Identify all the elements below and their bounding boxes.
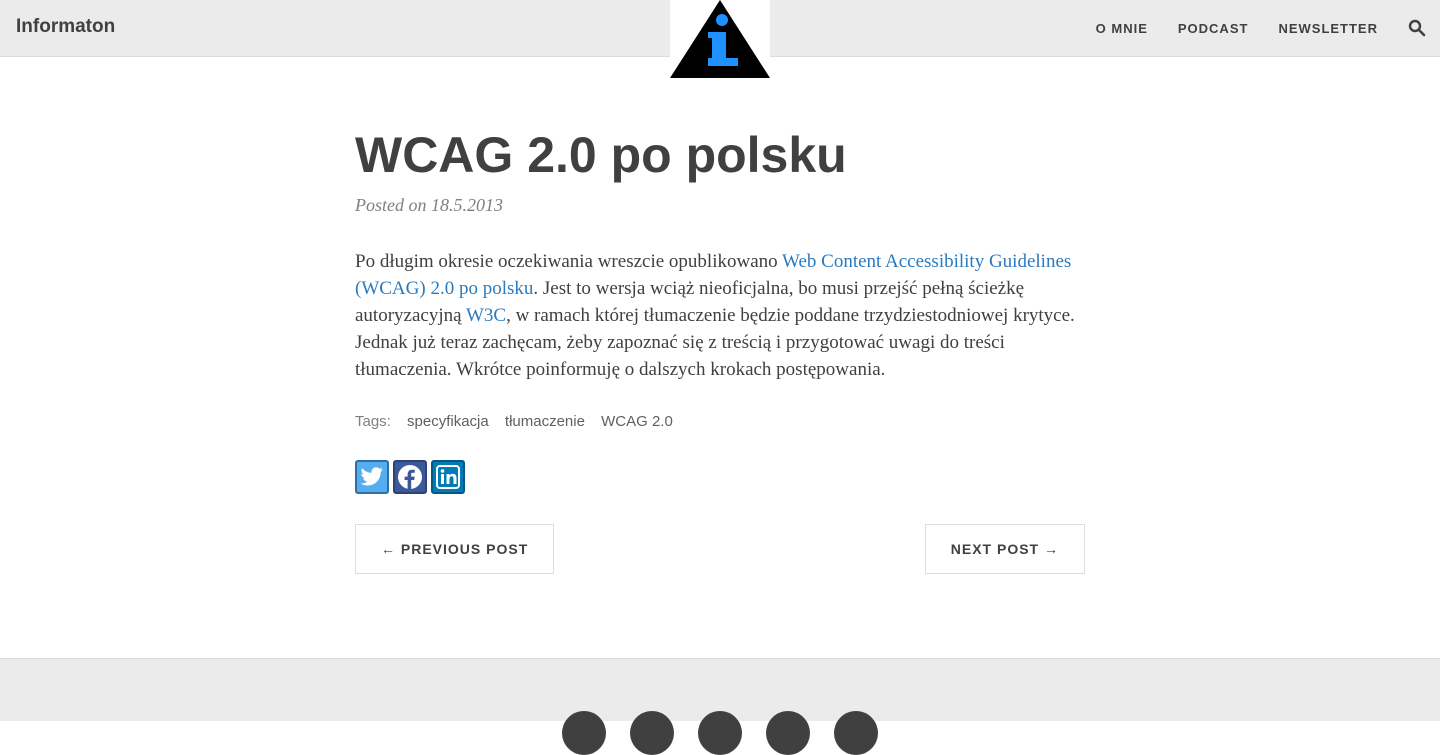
main-nav: O MNIE PODCAST NEWSLETTER: [1096, 0, 1440, 56]
social-icon-3[interactable]: [698, 711, 742, 755]
info-triangle-logo-icon: [670, 0, 770, 78]
tag-tlumaczenie[interactable]: tłumaczenie: [505, 413, 585, 430]
post-pager: ← PREVIOUS POST NEXT POST →: [355, 524, 1085, 574]
post: WCAG 2.0 po polsku Posted on 18.5.2013 P…: [355, 125, 1085, 574]
social-icon-5[interactable]: [834, 711, 878, 755]
share-linkedin-button[interactable]: [431, 460, 465, 494]
social-icon-4[interactable]: [766, 711, 810, 755]
nav-item-o-mnie[interactable]: O MNIE: [1096, 21, 1148, 36]
w3c-link[interactable]: W3C: [466, 305, 506, 326]
site-logo[interactable]: [670, 0, 770, 80]
footer: [0, 658, 1440, 755]
post-title: WCAG 2.0 po polsku: [355, 127, 847, 183]
post-body: Po długim okresie oczekiwania wreszcie o…: [355, 248, 1085, 383]
nav-item-podcast[interactable]: PODCAST: [1178, 21, 1249, 36]
nav-item-newsletter[interactable]: NEWSLETTER: [1278, 21, 1378, 36]
post-tags: Tags: specyfikacja tłumaczenie WCAG 2.0: [355, 413, 1085, 430]
navbar: Informaton O MNIE PODCAST NEWSLETTER: [0, 0, 1440, 80]
tags-label: Tags:: [355, 413, 391, 430]
post-body-text-1: Po długim okresie oczekiwania wreszcie o…: [355, 251, 783, 272]
next-post-button[interactable]: NEXT POST →: [924, 524, 1085, 574]
share-facebook-button[interactable]: [393, 460, 427, 494]
social-icon-1[interactable]: [562, 711, 606, 755]
previous-post-button[interactable]: ← PREVIOUS POST: [355, 524, 555, 574]
search-icon[interactable]: [1408, 19, 1426, 37]
social-icon-2[interactable]: [630, 711, 674, 755]
linkedin-icon: [436, 465, 460, 489]
share-buttons: [355, 460, 1085, 494]
share-twitter-button[interactable]: [355, 460, 389, 494]
twitter-icon: [360, 467, 383, 486]
tag-specyfikacja[interactable]: specyfikacja: [407, 413, 489, 430]
post-meta: Posted on 18.5.2013: [355, 195, 503, 215]
site-brand[interactable]: Informaton: [16, 16, 115, 38]
facebook-icon: [398, 465, 422, 489]
tag-wcag-2-0[interactable]: WCAG 2.0: [601, 413, 673, 430]
